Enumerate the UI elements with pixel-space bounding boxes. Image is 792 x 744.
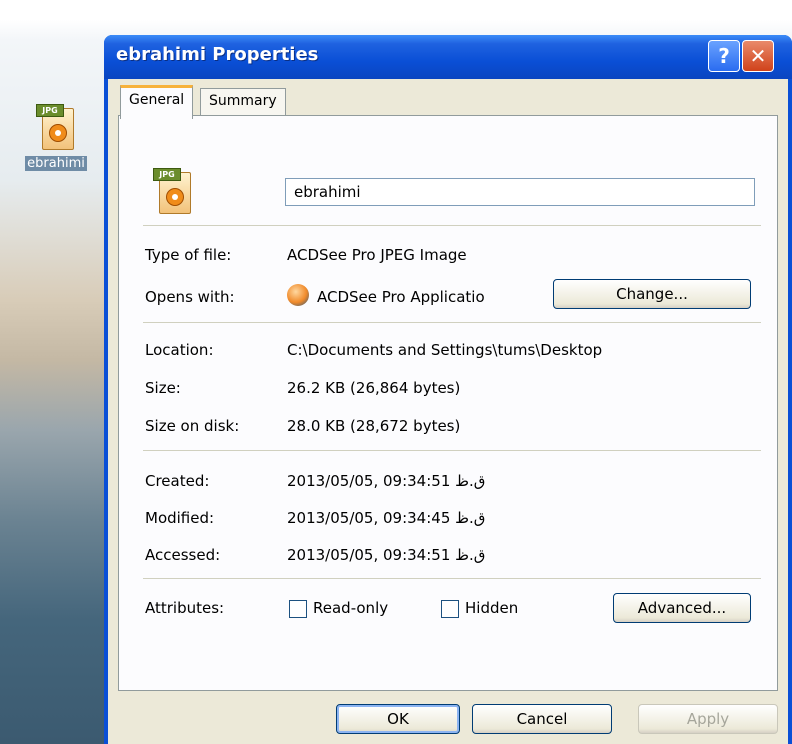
- properties-dialog: ebrahimi Properties ? ✕ General Summary …: [104, 35, 792, 744]
- close-button[interactable]: ✕: [742, 40, 774, 72]
- cancel-button[interactable]: Cancel: [472, 704, 612, 734]
- jpg-file-icon: JPG: [153, 168, 193, 216]
- dialog-client-area: General Summary JPG Type of file: ACDSee…: [108, 79, 788, 744]
- advanced-button[interactable]: Advanced...: [613, 593, 751, 623]
- divider: [143, 578, 761, 579]
- read-only-checkbox[interactable]: [289, 600, 307, 618]
- title-bar[interactable]: ebrahimi Properties ? ✕: [104, 35, 792, 79]
- change-button[interactable]: Change...: [553, 279, 751, 309]
- created-value: 2013/05/05, 09:34:51 ق.ظ: [287, 472, 486, 490]
- tab-summary[interactable]: Summary: [200, 88, 286, 115]
- hidden-label[interactable]: Hidden: [465, 599, 518, 617]
- created-label: Created:: [145, 472, 210, 490]
- tab-general[interactable]: General: [120, 85, 194, 119]
- acdsee-app-icon: [287, 284, 309, 306]
- file-name-input[interactable]: [285, 178, 755, 206]
- hidden-checkbox[interactable]: [441, 600, 459, 618]
- location-value: C:\Documents and Settings\tums\Desktop: [287, 341, 603, 359]
- desktop-file-icon[interactable]: JPG ebrahimi: [10, 104, 102, 171]
- window-title: ebrahimi Properties: [116, 44, 319, 65]
- desktop-icon-label: ebrahimi: [25, 156, 87, 171]
- general-tab-panel: JPG Type of file: ACDSee Pro JPEG Image …: [118, 115, 778, 691]
- size-value: 26.2 KB (26,864 bytes): [287, 379, 461, 397]
- type-value: ACDSee Pro JPEG Image: [287, 246, 467, 264]
- ok-button[interactable]: OK: [336, 704, 460, 734]
- size-on-disk-label: Size on disk:: [145, 417, 240, 435]
- read-only-label[interactable]: Read-only: [313, 599, 388, 617]
- accessed-label: Accessed:: [145, 546, 221, 564]
- jpg-file-icon: JPG: [36, 104, 76, 152]
- modified-value: 2013/05/05, 09:34:45 ق.ظ: [287, 509, 486, 527]
- accessed-value: 2013/05/05, 09:34:51 ق.ظ: [287, 546, 486, 564]
- modified-label: Modified:: [145, 509, 215, 527]
- divider: [143, 450, 761, 451]
- opens-with-label: Opens with:: [145, 288, 235, 306]
- opens-with-value: ACDSee Pro Applicatio: [317, 288, 485, 306]
- help-button[interactable]: ?: [708, 40, 740, 72]
- apply-button[interactable]: Apply: [638, 704, 778, 734]
- type-label: Type of file:: [145, 246, 232, 264]
- size-label: Size:: [145, 379, 181, 397]
- divider: [143, 225, 761, 226]
- location-label: Location:: [145, 341, 214, 359]
- size-on-disk-value: 28.0 KB (28,672 bytes): [287, 417, 461, 435]
- attributes-label: Attributes:: [145, 599, 225, 617]
- divider: [143, 322, 761, 323]
